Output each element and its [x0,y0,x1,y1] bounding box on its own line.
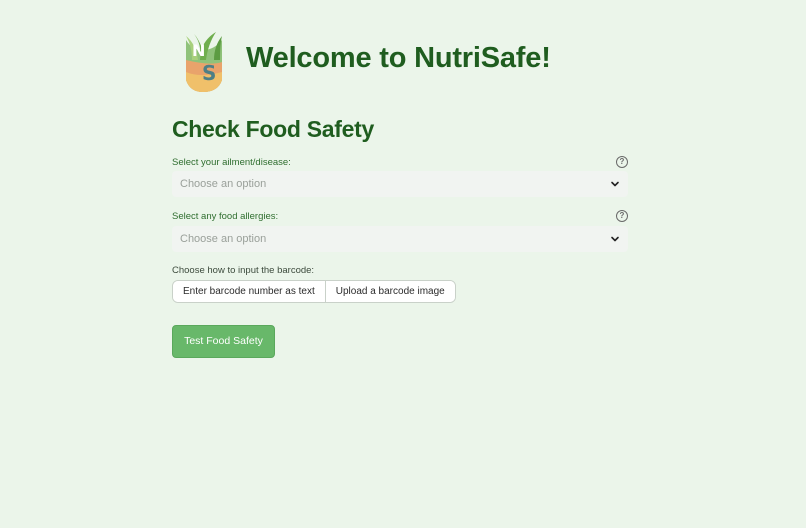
nutrisafe-logo: N S [186,32,222,92]
barcode-option-text[interactable]: Enter barcode number as text [173,281,325,302]
section-title: Check Food Safety [172,116,374,142]
logo-letter-n: N [192,41,205,60]
chevron-down-icon [611,181,619,187]
app-title: Welcome to NutriSafe! [246,42,551,74]
allergies-help-icon[interactable]: ? [616,210,628,222]
ailment-label: Select your ailment/disease: [172,157,291,168]
barcode-method-label: Choose how to input the barcode: [172,265,315,276]
ailment-select[interactable]: Choose an option [172,171,628,197]
logo-letter-s: S [202,61,216,85]
barcode-option-image[interactable]: Upload a barcode image [324,281,455,302]
allergies-label: Select any food allergies: [172,211,279,222]
chevron-down-icon [611,236,619,242]
allergies-select[interactable]: Choose an option [172,226,628,252]
ailment-select-placeholder: Choose an option [180,178,267,190]
test-food-safety-button[interactable]: Test Food Safety [172,325,275,358]
barcode-method-toggle: Enter barcode number as text Upload a ba… [172,280,456,303]
allergies-select-placeholder: Choose an option [180,233,267,245]
header: N S Welcome to NutriSafe! [180,30,551,94]
ailment-help-icon[interactable]: ? [616,156,628,168]
